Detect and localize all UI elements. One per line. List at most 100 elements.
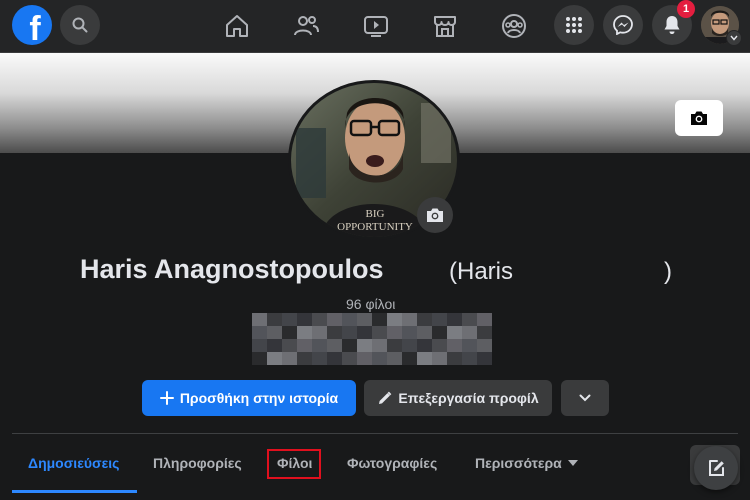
watch-icon <box>364 16 388 37</box>
alternate-name-end: ) <box>664 258 672 285</box>
svg-text:BIG: BIG <box>366 208 385 220</box>
bell-icon <box>664 16 680 34</box>
blur-pixel <box>282 326 297 339</box>
blur-pixel <box>327 352 342 365</box>
svg-text:OPPORTUNITY: OPPORTUNITY <box>337 221 413 233</box>
blur-pixel <box>372 339 387 352</box>
tab-photos[interactable]: Φωτογραφίες <box>347 455 437 471</box>
blur-pixel <box>297 313 312 326</box>
top-navigation-bar: f 1 <box>0 0 750 53</box>
alternate-name-start: (Haris <box>449 258 513 285</box>
blur-pixel <box>357 313 372 326</box>
blur-pixel <box>387 339 402 352</box>
blur-pixel <box>312 352 327 365</box>
edit-profile-label: Επεξεργασία προφίλ <box>398 390 539 406</box>
blur-pixel <box>402 313 417 326</box>
blur-pixel <box>477 326 492 339</box>
blur-pixel <box>357 326 372 339</box>
friends-tab-highlight-box <box>267 449 321 479</box>
add-to-story-label: Προσθήκη στην ιστορία <box>179 390 339 406</box>
blur-pixel <box>462 326 477 339</box>
blur-pixel <box>252 339 267 352</box>
blur-pixel <box>447 326 462 339</box>
friends-count[interactable]: 96 φίλοι <box>346 296 395 312</box>
more-actions-button[interactable] <box>561 380 609 416</box>
blur-pixel <box>477 339 492 352</box>
new-message-button[interactable] <box>694 446 738 490</box>
blur-pixel <box>417 339 432 352</box>
blur-pixel <box>432 326 447 339</box>
menu-grid-icon <box>566 17 582 33</box>
blur-pixel <box>327 313 342 326</box>
section-divider <box>12 433 738 434</box>
search-icon <box>72 17 88 33</box>
edit-profile-picture-button[interactable] <box>417 197 453 233</box>
blur-pixel <box>342 313 357 326</box>
menu-button[interactable] <box>554 5 594 45</box>
blur-pixel <box>462 339 477 352</box>
nav-watch[interactable] <box>358 8 394 44</box>
tab-more[interactable]: Περισσότερα <box>475 455 578 471</box>
messenger-button[interactable] <box>603 5 643 45</box>
notification-badge: 1 <box>677 0 695 18</box>
blur-pixel <box>432 313 447 326</box>
chevron-down-icon <box>730 35 738 41</box>
blur-pixel <box>342 352 357 365</box>
blur-pixel <box>252 352 267 365</box>
edit-profile-button[interactable]: Επεξεργασία προφίλ <box>364 380 552 416</box>
blur-pixel <box>342 339 357 352</box>
plus-icon <box>159 391 174 405</box>
blur-pixel <box>447 313 462 326</box>
compose-icon <box>709 460 724 476</box>
blur-pixel <box>312 326 327 339</box>
blur-pixel <box>252 326 267 339</box>
tab-about[interactable]: Πληροφορίες <box>153 455 242 471</box>
blur-pixel <box>387 352 402 365</box>
profile-name: Haris Anagnostopoulos <box>80 254 384 284</box>
blur-pixel <box>282 313 297 326</box>
blur-pixel <box>372 313 387 326</box>
blur-pixel <box>282 352 297 365</box>
blur-pixel <box>417 352 432 365</box>
blur-pixel <box>282 339 297 352</box>
account-menu-toggle[interactable] <box>726 30 742 46</box>
blur-pixel <box>312 313 327 326</box>
blur-pixel <box>417 326 432 339</box>
messenger-icon <box>613 15 633 35</box>
blur-pixel <box>297 339 312 352</box>
blur-pixel <box>402 352 417 365</box>
nav-groups[interactable] <box>496 8 532 44</box>
active-tab-indicator <box>12 490 137 493</box>
blur-pixel <box>387 326 402 339</box>
blur-pixel <box>402 326 417 339</box>
blur-pixel <box>327 326 342 339</box>
blur-pixel <box>432 339 447 352</box>
caret-down-icon <box>567 460 578 466</box>
search-button[interactable] <box>60 5 100 45</box>
blur-pixel <box>402 339 417 352</box>
blur-pixel <box>477 313 492 326</box>
blur-pixel <box>462 352 477 365</box>
edit-cover-photo-button[interactable] <box>675 100 723 136</box>
tab-more-label: Περισσότερα <box>475 455 562 471</box>
facebook-logo[interactable]: f <box>12 5 52 45</box>
blur-pixel <box>447 352 462 365</box>
blur-pixel <box>462 313 477 326</box>
marketplace-icon <box>434 16 456 37</box>
blur-pixel <box>327 339 342 352</box>
add-to-story-button[interactable]: Προσθήκη στην ιστορία <box>142 380 356 416</box>
blur-pixel <box>417 313 432 326</box>
blur-pixel <box>252 313 267 326</box>
blur-pixel <box>267 352 282 365</box>
pencil-icon <box>379 391 392 404</box>
logo-letter: f <box>29 10 41 45</box>
blur-pixel <box>297 352 312 365</box>
nav-home[interactable] <box>219 8 255 44</box>
groups-icon <box>502 14 526 38</box>
nav-friends[interactable] <box>288 8 324 44</box>
nav-marketplace[interactable] <box>427 8 463 44</box>
tab-posts[interactable]: Δημοσιεύσεις <box>28 455 119 471</box>
home-icon <box>226 15 248 37</box>
friends-icon <box>294 16 319 36</box>
blur-pixel <box>447 339 462 352</box>
